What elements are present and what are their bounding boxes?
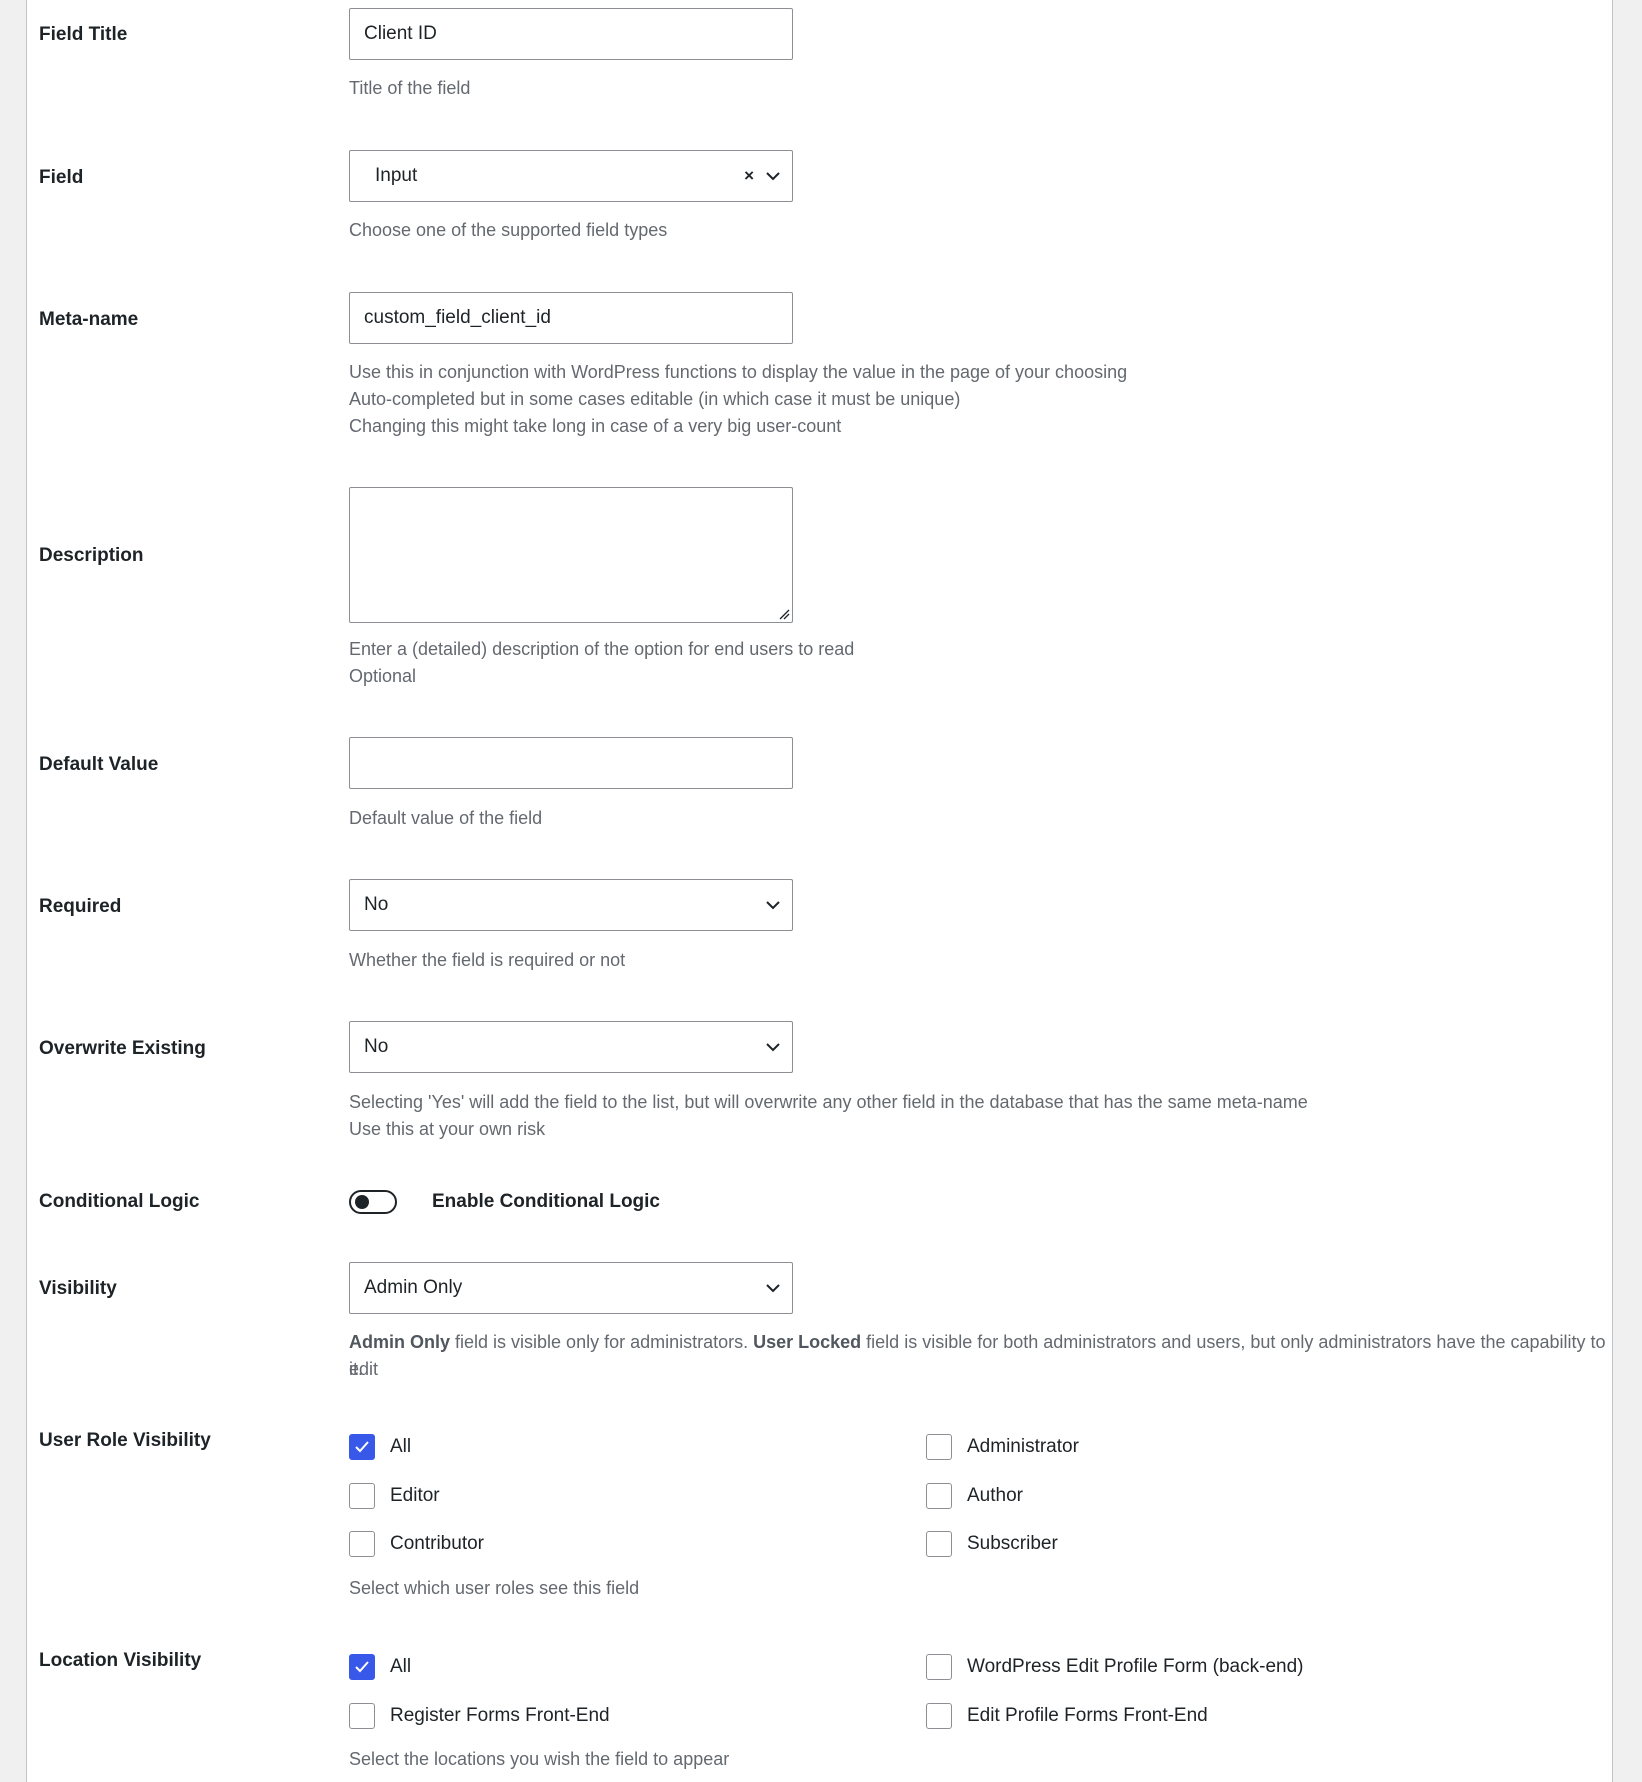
description-help-1: Enter a (detailed) description of the op… bbox=[349, 639, 855, 659]
meta-name-help-1: Use this in conjunction with WordPress f… bbox=[349, 362, 1128, 382]
meta-name-input[interactable]: custom_field_client_id bbox=[349, 292, 793, 344]
location-register-forms-label: Register Forms Front-End bbox=[390, 1705, 610, 1726]
chevron-down-icon bbox=[766, 1043, 780, 1052]
location-all-label: All bbox=[390, 1656, 412, 1677]
visibility-help-admin-only: Admin Only bbox=[349, 1332, 451, 1352]
required-select[interactable]: No bbox=[349, 879, 793, 931]
user-role-administrator-label: Administrator bbox=[967, 1436, 1079, 1457]
description-textarea[interactable] bbox=[349, 487, 793, 623]
location-visibility-label: Location Visibility bbox=[39, 1650, 202, 1671]
field-title-help: Title of the field bbox=[349, 78, 471, 98]
user-role-administrator-checkbox[interactable] bbox=[926, 1434, 952, 1460]
user-role-visibility-label: User Role Visibility bbox=[39, 1430, 211, 1451]
default-value-help: Default value of the field bbox=[349, 808, 543, 828]
visibility-select[interactable]: Admin Only bbox=[349, 1262, 793, 1314]
meta-name-value: custom_field_client_id bbox=[364, 307, 551, 328]
user-role-subscriber-checkbox[interactable] bbox=[926, 1531, 952, 1557]
user-role-contributor-label: Contributor bbox=[390, 1533, 484, 1554]
user-role-all-checkbox[interactable] bbox=[349, 1434, 375, 1460]
field-type-select[interactable]: Input × bbox=[349, 150, 793, 202]
visibility-value: Admin Only bbox=[364, 1277, 463, 1298]
location-edit-profile-forms-checkbox[interactable] bbox=[926, 1703, 952, 1729]
visibility-help-tail: it. bbox=[349, 1359, 364, 1379]
checkmark-icon bbox=[355, 1661, 369, 1673]
checkmark-icon bbox=[355, 1441, 369, 1453]
user-role-editor-label: Editor bbox=[390, 1485, 440, 1506]
meta-name-help-3: Changing this might take long in case of… bbox=[349, 416, 842, 436]
location-wp-edit-profile-checkbox[interactable] bbox=[926, 1654, 952, 1680]
conditional-logic-toggle-label: Enable Conditional Logic bbox=[432, 1191, 660, 1212]
conditional-logic-label: Conditional Logic bbox=[39, 1191, 200, 1212]
user-role-contributor-checkbox[interactable] bbox=[349, 1531, 375, 1557]
visibility-help-user-locked: User Locked bbox=[753, 1332, 862, 1352]
location-edit-profile-forms-label: Edit Profile Forms Front-End bbox=[967, 1705, 1208, 1726]
toggle-knob bbox=[355, 1195, 369, 1209]
location-wp-edit-profile-label: WordPress Edit Profile Form (back-end) bbox=[967, 1656, 1304, 1677]
visibility-help-admin-only-text: field is visible only for administrators… bbox=[450, 1332, 754, 1352]
resize-handle-icon[interactable] bbox=[778, 608, 790, 620]
required-help: Whether the field is required or not bbox=[349, 950, 626, 970]
chevron-down-icon bbox=[766, 1284, 780, 1293]
overwrite-existing-value: No bbox=[364, 1036, 389, 1057]
field-title-input[interactable]: Client ID bbox=[349, 8, 793, 60]
overwrite-existing-select[interactable]: No bbox=[349, 1021, 793, 1073]
location-register-forms-checkbox[interactable] bbox=[349, 1703, 375, 1729]
location-visibility-help: Select the locations you wish the field … bbox=[349, 1749, 730, 1769]
location-all-checkbox[interactable] bbox=[349, 1654, 375, 1680]
user-role-visibility-help: Select which user roles see this field bbox=[349, 1578, 640, 1598]
field-title-value: Client ID bbox=[364, 23, 437, 44]
field-settings-panel: Field Title Client ID Title of the field… bbox=[26, 0, 1613, 1782]
chevron-down-icon bbox=[766, 901, 780, 910]
user-role-all-label: All bbox=[390, 1436, 412, 1457]
field-type-value: Input bbox=[375, 165, 418, 186]
visibility-label: Visibility bbox=[39, 1278, 117, 1299]
field-type-help: Choose one of the supported field types bbox=[349, 220, 668, 240]
default-value-label: Default Value bbox=[39, 754, 159, 775]
field-type-label: Field bbox=[39, 167, 84, 188]
user-role-author-checkbox[interactable] bbox=[926, 1483, 952, 1509]
field-title-label: Field Title bbox=[39, 24, 128, 45]
user-role-author-label: Author bbox=[967, 1485, 1023, 1506]
overwrite-existing-label: Overwrite Existing bbox=[39, 1038, 206, 1059]
user-role-subscriber-label: Subscriber bbox=[967, 1533, 1058, 1554]
conditional-logic-toggle[interactable] bbox=[349, 1190, 397, 1214]
overwrite-existing-help-1: Selecting 'Yes' will add the field to th… bbox=[349, 1092, 1308, 1112]
default-value-input[interactable] bbox=[349, 737, 793, 789]
overwrite-existing-help-2: Use this at your own risk bbox=[349, 1119, 546, 1139]
meta-name-label: Meta-name bbox=[39, 309, 139, 330]
user-role-editor-checkbox[interactable] bbox=[349, 1483, 375, 1509]
required-label: Required bbox=[39, 896, 122, 917]
clear-icon[interactable]: × bbox=[744, 166, 754, 186]
chevron-down-icon bbox=[766, 172, 780, 181]
visibility-help: Admin Only field is visible only for adm… bbox=[349, 1329, 1609, 1383]
description-label: Description bbox=[39, 545, 144, 566]
meta-name-help-2: Auto-completed but in some cases editabl… bbox=[349, 389, 961, 409]
description-help-2: Optional bbox=[349, 666, 417, 686]
required-value: No bbox=[364, 894, 389, 915]
